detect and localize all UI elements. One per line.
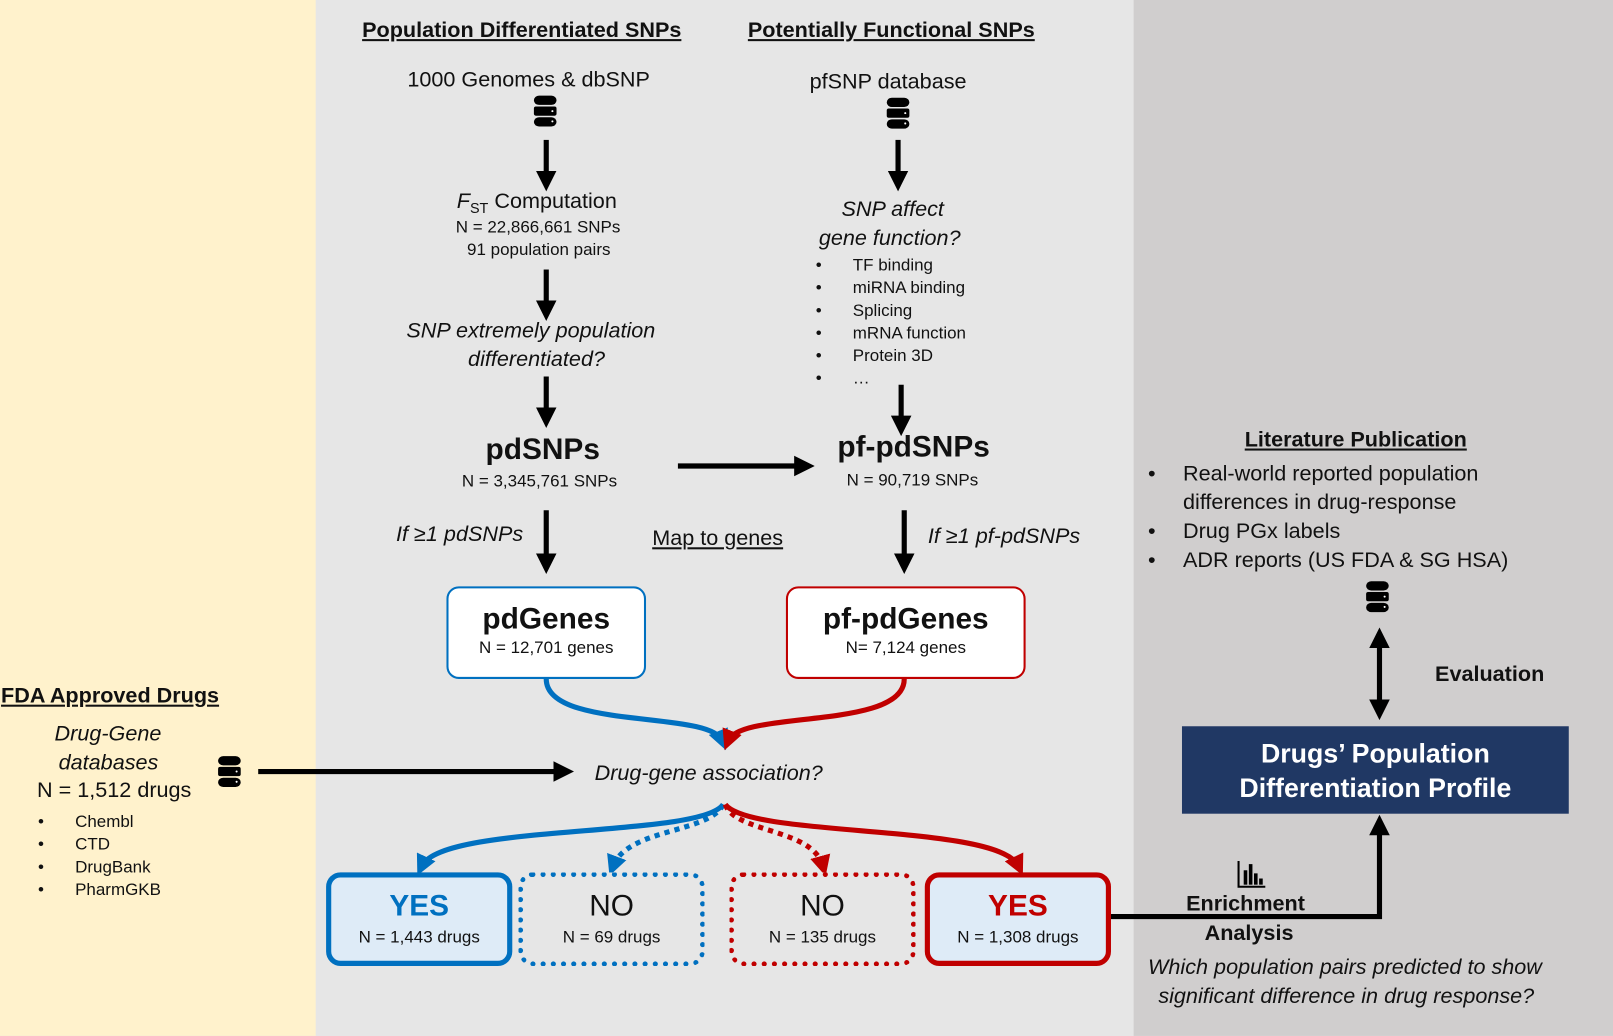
pf-criteria-list: TF binding miRNA binding Splicing mRNA f… bbox=[816, 254, 966, 390]
enrichment-line1: Enrichment bbox=[1186, 891, 1305, 916]
fst-pairs: 91 population pairs bbox=[467, 240, 611, 260]
pd-question-line1: SNP extremely population bbox=[406, 318, 656, 343]
literature-list: Real-world reported population differenc… bbox=[1148, 460, 1580, 575]
result-n: N = 1,308 drugs bbox=[957, 927, 1079, 947]
result-box-yes-pf: YES N = 1,308 drugs bbox=[924, 872, 1111, 966]
pf-criteria-item: Splicing bbox=[816, 299, 966, 322]
enrichment-line2: Analysis bbox=[1204, 921, 1294, 946]
workflow-diagram: Population Differentiated SNPs 1000 Geno… bbox=[0, 0, 1613, 1036]
fst-symbol: F bbox=[456, 189, 470, 213]
pf-criteria-item: Protein 3D bbox=[816, 345, 966, 368]
pdgenes-box: pdGenes N = 12,701 genes bbox=[446, 586, 647, 679]
pd-header: Population Differentiated SNPs bbox=[362, 18, 682, 43]
pfpdgenes-title: pf-pdGenes bbox=[822, 602, 989, 636]
result-label: NO bbox=[589, 889, 634, 923]
arrow-to-yes-blue bbox=[416, 802, 726, 876]
result-n: N = 1,443 drugs bbox=[358, 927, 480, 947]
pdsnps-title: pdSNPs bbox=[485, 433, 600, 467]
association-question: Drug-gene association? bbox=[594, 761, 823, 785]
result-n: N = 69 drugs bbox=[562, 927, 661, 947]
bar-chart-icon bbox=[1237, 861, 1266, 888]
drugs-n: N = 1,512 drugs bbox=[37, 778, 192, 803]
drug-gene-db-line1: Drug-Gene bbox=[54, 722, 162, 746]
pd-question-line2: differentiated? bbox=[468, 347, 605, 372]
pfpdsnps-title: pf-pdSNPs bbox=[837, 431, 990, 464]
profile-line1: Drugs’ Population bbox=[1260, 737, 1490, 768]
drug-source-item: Chembl bbox=[38, 811, 161, 834]
profile-line2: Differentiation Profile bbox=[1239, 772, 1512, 803]
fst-n: N = 22,866,661 SNPs bbox=[455, 218, 621, 237]
fst-subscript: ST bbox=[469, 199, 489, 217]
pf-question-line1: SNP affect bbox=[841, 197, 944, 222]
fda-header: FDA Approved Drugs bbox=[1, 684, 220, 708]
profile-box: Drugs’ Population Differentiation Profil… bbox=[1181, 726, 1569, 814]
database-icon bbox=[1366, 581, 1389, 613]
map-to-genes-label: Map to genes bbox=[652, 526, 784, 551]
result-label: YES bbox=[988, 889, 1048, 923]
result-box-no-pd: NO N = 69 drugs bbox=[518, 872, 705, 966]
pdsnps-n: N = 3,345,761 SNPs bbox=[461, 472, 618, 491]
pfpdsnps-n: N = 90,719 SNPs bbox=[846, 471, 979, 490]
arrow-pfpdgenes-to-association bbox=[722, 678, 907, 751]
result-label: YES bbox=[389, 889, 450, 923]
pf-criteria-item: mRNA function bbox=[816, 322, 966, 345]
pfpdgenes-box: pf-pdGenes N= 7,124 genes bbox=[785, 586, 1026, 679]
database-icon bbox=[533, 95, 557, 127]
result-label: NO bbox=[800, 889, 845, 923]
literature-item: Drug PGx labels bbox=[1148, 517, 1580, 546]
pf-criteria-item: miRNA binding bbox=[816, 277, 966, 300]
fst-label: Computation bbox=[488, 189, 617, 213]
drug-source-item: DrugBank bbox=[38, 856, 161, 879]
database-icon bbox=[886, 97, 910, 129]
drug-source-item: CTD bbox=[38, 833, 161, 856]
literature-item: Real-world reported population differenc… bbox=[1148, 460, 1533, 518]
pdgenes-title: pdGenes bbox=[482, 602, 611, 636]
drug-sources-list: Chembl CTD DrugBank PharmGKB bbox=[38, 811, 161, 902]
pf-source: pfSNP database bbox=[809, 69, 967, 94]
literature-header: Literature Publication bbox=[1244, 427, 1467, 452]
pf-criteria-item: … bbox=[816, 367, 966, 390]
fst-computation-label: FST Computation bbox=[457, 189, 617, 216]
result-box-no-pf: NO N = 135 drugs bbox=[729, 872, 916, 966]
result-n: N = 135 drugs bbox=[768, 927, 876, 947]
arrow-pdgenes-to-association bbox=[543, 678, 728, 751]
pf-condition: If ≥1 pf-pdSNPs bbox=[927, 524, 1081, 549]
result-box-yes-pd: YES N = 1,443 drugs bbox=[326, 872, 513, 966]
pf-criteria-item: TF binding bbox=[816, 254, 966, 277]
drug-gene-db-line2: databases bbox=[58, 750, 159, 775]
pfpdgenes-n: N= 7,124 genes bbox=[845, 638, 966, 658]
enrichment-question-line1: Which population pairs predicted to show bbox=[1148, 955, 1542, 980]
pdgenes-n: N = 12,701 genes bbox=[478, 638, 614, 658]
pd-condition: If ≥1 pdSNPs bbox=[396, 522, 524, 547]
pd-source: 1000 Genomes & dbSNP bbox=[407, 67, 650, 92]
pf-header: Potentially Functional SNPs bbox=[747, 18, 1035, 43]
pf-question-line2: gene function? bbox=[818, 226, 961, 250]
drug-source-item: PharmGKB bbox=[38, 879, 161, 902]
evaluation-label: Evaluation bbox=[1435, 662, 1545, 687]
database-icon bbox=[218, 756, 241, 787]
arrow-to-yes-red bbox=[723, 802, 1024, 876]
literature-item: ADR reports (US FDA & SG HSA) bbox=[1148, 546, 1580, 575]
enrichment-question-line2: significant difference in drug response? bbox=[1158, 984, 1535, 1009]
